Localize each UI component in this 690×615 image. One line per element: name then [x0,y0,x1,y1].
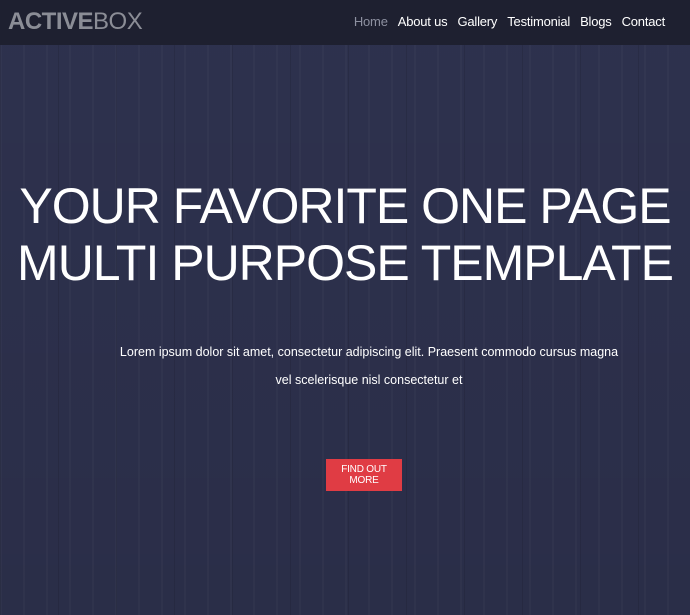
nav-item-testimonial[interactable]: Testimonial [507,13,570,31]
logo[interactable]: ACTIVEBOX [8,8,143,35]
logo-bold-text: ACTIVE [8,8,94,35]
logo-light-text: BOX [93,8,143,35]
nav-item-blogs[interactable]: Blogs [580,13,612,31]
hero-description-line-2: vel scelerisque nisl consectetur et [275,373,463,387]
hero-description-line-1: Lorem ipsum dolor sit amet, consectetur … [119,345,619,359]
hero-headline: YOUR FAVORITE ONE PAGE MULTI PURPOSE TEM… [0,178,690,292]
navbar: ACTIVEBOX Home About us Gallery Testimon… [0,0,690,45]
hero-headline-line-2: MULTI PURPOSE TEMPLATE [17,235,674,291]
hero-section [0,0,690,615]
nav-item-about-us[interactable]: About us [398,13,448,31]
nav-item-home[interactable]: Home [354,13,388,31]
main-nav: Home About us Gallery Testimonial Blogs … [354,13,665,31]
nav-item-gallery[interactable]: Gallery [457,13,497,31]
nav-item-contact[interactable]: Contact [622,13,666,31]
hero-headline-line-1: YOUR FAVORITE ONE PAGE [19,178,671,234]
hero-description: Lorem ipsum dolor sit amet, consectetur … [0,338,690,394]
find-out-more-button[interactable]: FIND OUT MORE [326,459,402,491]
